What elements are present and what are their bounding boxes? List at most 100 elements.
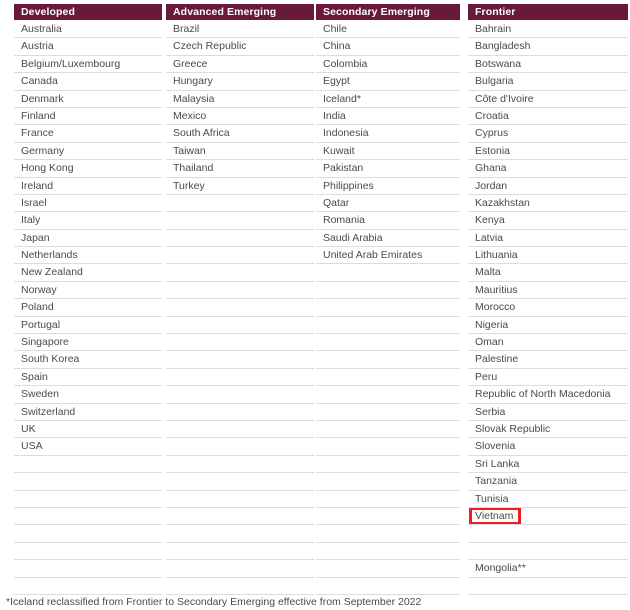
- table-row-empty: [316, 508, 460, 526]
- table-row-empty: [166, 560, 314, 578]
- table-row-empty: [166, 317, 314, 335]
- table-row-empty: [166, 386, 314, 404]
- table-row: China: [316, 38, 460, 56]
- footnote-iceland: *Iceland reclassified from Frontier to S…: [6, 596, 422, 608]
- column-rows-frontier: Bahrain Bangladesh Botswana Bulgaria Côte d'…: [468, 21, 628, 595]
- table-row: Saudi Arabia: [316, 230, 460, 248]
- table-row-empty: [166, 421, 314, 439]
- table-row: Oman: [468, 334, 628, 352]
- table-row: Germany: [14, 143, 162, 161]
- table-row: Iceland*: [316, 91, 460, 108]
- table-row: Switzerland: [14, 404, 162, 421]
- table-row: Mexico: [166, 108, 314, 126]
- table-row-empty: [316, 578, 460, 595]
- table-row-empty: [166, 578, 314, 595]
- table-row-empty: [166, 473, 314, 491]
- table-row: Republic of North Macedonia: [468, 386, 628, 404]
- column-rows-advanced-emerging: Brazil Czech Republic Greece Hungary Malaysi…: [166, 21, 314, 595]
- table-row-empty: [316, 334, 460, 352]
- table-row-empty: [166, 369, 314, 387]
- table-row-empty: [166, 195, 314, 213]
- table-row: United Arab Emirates: [316, 247, 460, 265]
- column-header-developed: Developed: [14, 4, 162, 20]
- table-row: Egypt: [316, 73, 460, 91]
- table-row: Denmark: [14, 91, 162, 108]
- table-row: Philippines: [316, 178, 460, 195]
- table-row-empty: [14, 473, 162, 491]
- table-row-empty: [468, 525, 628, 543]
- table-row: Belgium/Luxembourg: [14, 56, 162, 74]
- table-row-empty: [316, 473, 460, 491]
- table-row: Spain: [14, 369, 162, 387]
- table-row: Bangladesh: [468, 38, 628, 56]
- table-row: Tunisia: [468, 491, 628, 508]
- table-row-empty: [316, 282, 460, 300]
- table-row-empty: [316, 317, 460, 335]
- table-row-highlighted: Vietnam: [468, 507, 628, 526]
- table-row: Greece: [166, 56, 314, 74]
- table-row: South Africa: [166, 125, 314, 143]
- table-row: Italy: [14, 212, 162, 230]
- table-row-empty: [316, 299, 460, 317]
- table-row-empty: [468, 578, 628, 595]
- table-row: Turkey: [166, 178, 314, 195]
- table-row: Mauritius: [468, 282, 628, 300]
- table-row-empty: [468, 543, 628, 561]
- table-row: South Korea: [14, 351, 162, 369]
- table-row-empty: [166, 299, 314, 317]
- table-row-empty: [316, 560, 460, 578]
- table-row-empty: [316, 456, 460, 474]
- table-row-empty: [166, 212, 314, 230]
- table-row: Côte d'Ivoire: [468, 91, 628, 108]
- table-row: Finland: [14, 108, 162, 126]
- table-row: Singapore: [14, 334, 162, 352]
- table-row: Sweden: [14, 386, 162, 404]
- table-row: Taiwan: [166, 143, 314, 161]
- table-row: Malaysia: [166, 91, 314, 108]
- column-header-secondary-emerging: Secondary Emerging: [316, 4, 460, 20]
- table-row: Hungary: [166, 73, 314, 91]
- table-row-empty: [14, 456, 162, 474]
- column-rows-secondary-emerging: Chile China Colombia Egypt Iceland* India Indo…: [316, 21, 460, 595]
- table-row-empty: [316, 386, 460, 404]
- table-row-empty: [316, 421, 460, 439]
- table-row-empty: [166, 525, 314, 543]
- table-row: Serbia: [468, 404, 628, 421]
- table-row: Cyprus: [468, 125, 628, 143]
- table-row: Kazakhstan: [468, 195, 628, 213]
- table-row: Latvia: [468, 230, 628, 248]
- table-row-empty: [166, 351, 314, 369]
- column-advanced-emerging: Advanced Emerging Brazil Czech Republic Gr…: [166, 4, 314, 595]
- table-row-empty: [166, 264, 314, 282]
- column-rows-developed: Australia Austria Belgium/Luxembourg Canada…: [14, 21, 162, 595]
- highlight-box: [469, 507, 521, 525]
- table-row-empty: [166, 543, 314, 561]
- table-row: Estonia: [468, 143, 628, 161]
- table-row: Australia: [14, 21, 162, 39]
- table-row: Kuwait: [316, 143, 460, 161]
- table-row: Chile: [316, 21, 460, 39]
- table-row: Tanzania: [468, 473, 628, 491]
- table-row-empty: [14, 508, 162, 526]
- table-row: Netherlands: [14, 247, 162, 265]
- table-row-empty: [14, 525, 162, 543]
- column-frontier: Frontier Bahrain Bangladesh Botswana Bulgar…: [468, 4, 628, 595]
- table-row: Palestine: [468, 351, 628, 369]
- table-row: Malta: [468, 264, 628, 282]
- table-row: Bahrain: [468, 21, 628, 39]
- table-row: Lithuania: [468, 247, 628, 265]
- column-header-advanced-emerging: Advanced Emerging: [166, 4, 314, 20]
- table-row: Botswana: [468, 56, 628, 74]
- column-secondary-emerging: Secondary Emerging Chile China Colombia Egy…: [316, 4, 460, 595]
- table-row-empty: [316, 543, 460, 561]
- table-row-empty: [166, 334, 314, 352]
- table-row: Pakistan: [316, 160, 460, 178]
- column-developed: Developed Australia Austria Belgium/Luxemb…: [14, 4, 162, 595]
- table-row: Qatar: [316, 195, 460, 213]
- table-row: France: [14, 125, 162, 143]
- table-row: Kenya: [468, 212, 628, 230]
- table-row: Romania: [316, 212, 460, 230]
- table-row: Mongolia**: [468, 560, 628, 578]
- table-row-empty: [316, 525, 460, 543]
- table-row-empty: [316, 491, 460, 508]
